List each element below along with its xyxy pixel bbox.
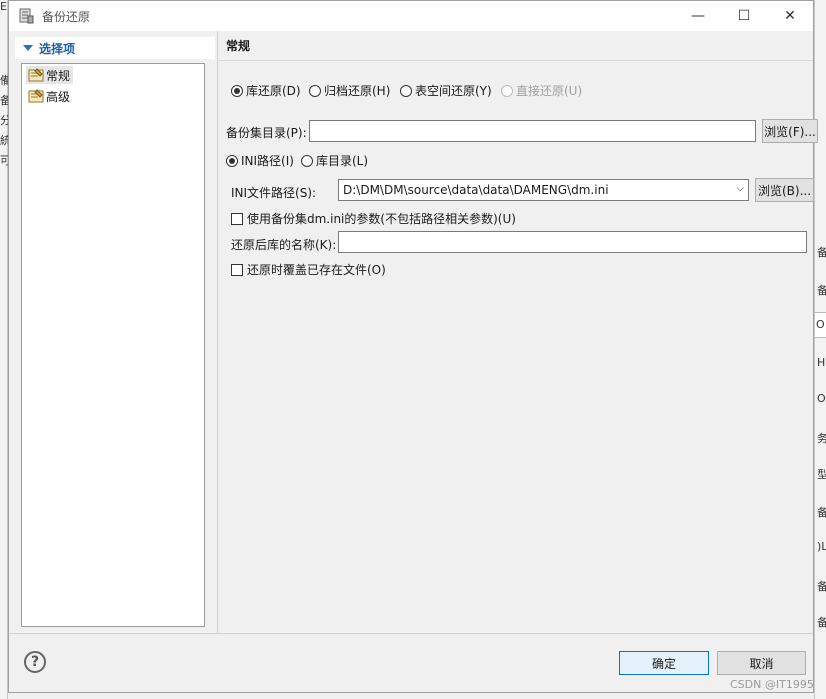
db-name-input[interactable] bbox=[338, 231, 807, 253]
background-app-left-edge: E) 備 备 分 統 可 bbox=[0, 0, 11, 699]
settings-page-icon bbox=[28, 68, 44, 82]
checkbox-use-backup-ini-params[interactable]: 使用备份集dm.ini的参数(不包括路径相关参数)(U) bbox=[231, 210, 516, 227]
watermark: CSDN @IT1995 bbox=[730, 678, 814, 691]
radio-dot bbox=[301, 154, 313, 167]
ini-path-label: INI文件路径(S): bbox=[231, 186, 317, 200]
checkbox-label: 使用备份集dm.ini的参数(不包括路径相关参数)(U) bbox=[247, 212, 516, 226]
db-name-label: 还原后库的名称(K): bbox=[231, 238, 337, 252]
checkbox-label: 还原时覆盖已存在文件(O) bbox=[247, 263, 386, 277]
close-button[interactable]: ✕ bbox=[767, 1, 813, 31]
backup-dir-input[interactable] bbox=[309, 120, 756, 142]
checkbox-overwrite-existing[interactable]: 还原时覆盖已存在文件(O) bbox=[231, 261, 386, 278]
browse-backup-dir-button[interactable]: 浏览(F)... bbox=[762, 119, 818, 143]
title-bar: 备份还原 — ☐ ✕ bbox=[9, 1, 813, 31]
radio-label: 表空间还原(Y) bbox=[415, 84, 492, 98]
radio-archive-restore[interactable]: 归档还原(H) bbox=[309, 82, 390, 99]
radio-label: 直接还原(U) bbox=[516, 84, 583, 98]
radio-dot bbox=[309, 84, 321, 97]
help-icon[interactable]: ? bbox=[24, 651, 46, 673]
checkbox-box bbox=[231, 212, 243, 225]
radio-label: 库目录(L) bbox=[316, 154, 369, 168]
chevron-down-icon: ⌵ bbox=[736, 183, 744, 194]
browse-ini-button[interactable]: 浏览(B)... bbox=[755, 178, 814, 202]
options-header-label: 选择项 bbox=[39, 41, 76, 56]
window-title: 备份还原 bbox=[42, 9, 91, 24]
radio-tablespace-restore[interactable]: 表空间还原(Y) bbox=[400, 82, 492, 99]
footer-separator bbox=[9, 633, 813, 634]
tree-item-label: 高级 bbox=[46, 89, 71, 104]
ini-path-combo[interactable]: D:\DM\DM\source\data\data\DAMENG\dm.ini … bbox=[338, 179, 749, 201]
radio-label: 库还原(D) bbox=[246, 84, 301, 98]
radio-db-dir[interactable]: 库目录(L) bbox=[301, 152, 368, 169]
radio-label: 归档还原(H) bbox=[324, 84, 391, 98]
background-app-right-edge: 备 备 O H OE 务 型 备 )L 备 备 bbox=[814, 0, 826, 699]
minimize-button[interactable]: — bbox=[675, 1, 721, 31]
expand-triangle-icon bbox=[23, 45, 33, 51]
options-header[interactable]: 选择项 bbox=[15, 37, 215, 59]
backup-dir-label: 备份集目录(P): bbox=[226, 126, 307, 140]
options-tree: 常规 高级 bbox=[21, 63, 205, 627]
tree-item-advanced[interactable]: 高级 bbox=[26, 87, 73, 105]
section-title: 常规 bbox=[218, 31, 813, 61]
ini-path-value: D:\DM\DM\source\data\data\DAMENG\dm.ini bbox=[343, 183, 609, 197]
backup-restore-dialog: 备份还原 — ☐ ✕ 选择项 常规 高级 常规 库还原(D) 归档还原(H) 表… bbox=[8, 0, 818, 693]
radio-db-restore[interactable]: 库还原(D) bbox=[231, 82, 301, 99]
radio-label: INI路径(I) bbox=[241, 154, 294, 168]
radio-direct-restore: 直接还原(U) bbox=[501, 82, 582, 99]
radio-dot bbox=[400, 84, 412, 97]
database-icon bbox=[19, 8, 34, 24]
tree-item-general[interactable]: 常规 bbox=[26, 66, 74, 84]
radio-ini-path[interactable]: INI路径(I) bbox=[226, 152, 294, 169]
settings-page-icon bbox=[28, 89, 44, 103]
options-pane: 选择项 常规 高级 bbox=[13, 35, 215, 632]
maximize-button[interactable]: ☐ bbox=[721, 1, 767, 31]
radio-dot bbox=[231, 84, 243, 97]
radio-dot bbox=[226, 154, 238, 167]
tree-item-label: 常规 bbox=[46, 68, 71, 83]
ok-button[interactable]: 确定 bbox=[619, 651, 709, 675]
radio-dot bbox=[501, 84, 513, 97]
cancel-button[interactable]: 取消 bbox=[717, 651, 806, 675]
checkbox-box bbox=[231, 263, 243, 276]
general-settings-pane: 常规 库还原(D) 归档还原(H) 表空间还原(Y) 直接还原(U) 备份集目录… bbox=[218, 31, 818, 633]
